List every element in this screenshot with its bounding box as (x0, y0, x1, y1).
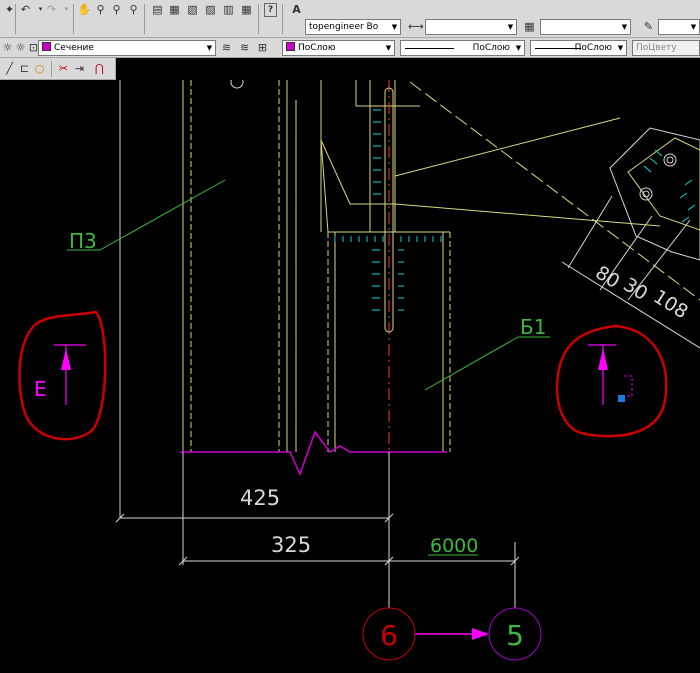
chevron-down-icon: ▼ (206, 44, 213, 52)
layer-previous-icon[interactable]: ≋ (237, 40, 252, 55)
grid-axis-5-label: 5 (506, 619, 524, 652)
toolbar-standard: ✦ ↶ ▾ ↷ ▾ ✋ ⚲ ⚲ ⚲ ▤ ▦ ▧ ▨ ▥ ▦ ? A topeng… (0, 0, 700, 38)
separator (51, 61, 52, 77)
properties-palette-icon[interactable]: ▤ (150, 2, 165, 17)
make-current-layer-icon[interactable]: ≋ (219, 40, 234, 55)
leader-line (99, 179, 226, 251)
chevron-down-icon: ▼ (621, 23, 628, 31)
color-select[interactable]: ПоСлою ▼ (282, 40, 395, 56)
plotstyle-select[interactable]: ПоЦвету (632, 40, 700, 56)
grid-axis-6-label: 6 (380, 619, 398, 652)
label-p3: П3 (69, 229, 97, 253)
color-value: ПоСлою (298, 43, 336, 53)
plate-hatch (334, 109, 442, 311)
redo-icon[interactable]: ↷ (44, 2, 59, 17)
text-style-icon[interactable]: A (289, 2, 304, 17)
dim-style-select[interactable]: ▼ (425, 19, 517, 35)
markup-icon[interactable]: ▥ (221, 2, 236, 17)
lineweight-value: ПоСлою (574, 43, 612, 53)
redo-dropdown-icon[interactable]: ▾ (59, 2, 74, 17)
color-swatch (286, 42, 295, 51)
multileader-style-icon[interactable]: ✎ (641, 19, 656, 34)
brace-centerline (409, 81, 700, 301)
line-tool-icon[interactable]: ╱ (2, 61, 17, 76)
design-center-icon[interactable]: ▦ (167, 2, 182, 17)
label-b1: Б1 (520, 315, 546, 339)
chevron-down-icon: ▼ (515, 44, 522, 52)
selection-grip[interactable] (618, 395, 625, 402)
dimension-108: 108 (649, 286, 691, 324)
help-icon[interactable]: ? (264, 3, 277, 17)
section-label-e: Е (34, 377, 47, 401)
leader-line (424, 336, 519, 391)
section-break-line (180, 430, 447, 476)
brace-line (394, 117, 621, 177)
toolbar-layers-properties: ☼ ☼ ⊡ Сечение ▼ ≋ ≋ ⊞ ПоСлою ▼ ПоСлою ▼ … (0, 38, 700, 58)
layer-states-icon[interactable]: ⊞ (255, 40, 270, 55)
chevron-down-icon: ▼ (385, 44, 392, 52)
multileader-style-select[interactable]: ▼ (658, 19, 700, 35)
pan-icon[interactable]: ✋ (77, 2, 92, 17)
dimension-80: 80 (591, 262, 623, 293)
brace-line (394, 203, 661, 227)
annotation-circle (18, 310, 107, 441)
separator (282, 4, 283, 34)
snap-magnet-icon[interactable]: ⋂ (92, 61, 107, 76)
chevron-down-icon: ▼ (617, 44, 624, 52)
tool-palettes-icon[interactable]: ▧ (185, 2, 200, 17)
lineweight-select[interactable]: ПоСлою ▼ (530, 40, 627, 56)
gusset-plate (609, 127, 700, 261)
separator (258, 4, 259, 34)
annotation-circle (555, 324, 668, 438)
polyline-tool-icon[interactable]: ⊏ (17, 61, 32, 76)
linetype-sample (405, 48, 454, 49)
bolt-symbol (663, 153, 677, 167)
zoom-previous-icon[interactable]: ⚲ (126, 2, 141, 17)
calculator-icon[interactable]: ▦ (239, 2, 254, 17)
undo-icon[interactable]: ↶ (18, 2, 33, 17)
table-style-select[interactable]: ▼ (540, 19, 631, 35)
linetype-value: ПоСлою (472, 43, 510, 53)
layer-color-swatch (42, 42, 51, 51)
chevron-down-icon: ▼ (391, 23, 398, 31)
dimension-line (567, 195, 613, 269)
layer-select[interactable]: Сечение ▼ (38, 40, 216, 56)
text-style-select[interactable]: topengineer Bo ▼ (305, 19, 401, 35)
gusset-hatch (643, 149, 696, 223)
bolt-symbol (230, 80, 244, 89)
gusset-plate-inner (627, 137, 700, 231)
bracket-outline (320, 139, 395, 205)
bolt-symbol (666, 156, 674, 164)
drawing-canvas[interactable]: 80 30 108 П3 Б1 Е 425 325 6000 6 5 (0, 80, 700, 673)
separator (144, 4, 145, 34)
linetype-select[interactable]: ПоСлою ▼ (400, 40, 525, 56)
table-style-icon[interactable]: ▦ (522, 19, 537, 34)
chevron-down-icon: ▼ (690, 23, 697, 31)
dimension-425: 425 (240, 486, 280, 510)
axis-arrow-head (472, 628, 489, 640)
dimension-325: 325 (271, 533, 311, 557)
trim-tool-icon[interactable]: ✂ (56, 61, 71, 76)
section-arrow (598, 348, 608, 370)
text-style-value: topengineer Bo (309, 22, 379, 32)
chevron-down-icon: ▼ (507, 23, 514, 31)
zoom-realtime-icon[interactable]: ⚲ (93, 2, 108, 17)
plotstyle-value: ПоЦвету (636, 43, 677, 53)
circle-tool-icon[interactable]: ○ (32, 61, 47, 76)
section-arrow (61, 348, 71, 370)
sheet-set-icon[interactable]: ▨ (203, 2, 218, 17)
zoom-window-icon[interactable]: ⚲ (109, 2, 124, 17)
bolt-symbol (639, 187, 653, 201)
layer-value: Сечение (54, 43, 94, 53)
section-text-placeholder (624, 375, 633, 397)
toolbar-draw-order: ╱ ⊏ ○ ✂ ⇥ ⋂ (0, 58, 116, 80)
extend-tool-icon[interactable]: ⇥ (72, 61, 87, 76)
dim-style-icon[interactable]: ⟷ (408, 19, 424, 34)
separator (15, 4, 16, 34)
dimension-6000: 6000 (430, 535, 478, 557)
separator (73, 4, 74, 34)
